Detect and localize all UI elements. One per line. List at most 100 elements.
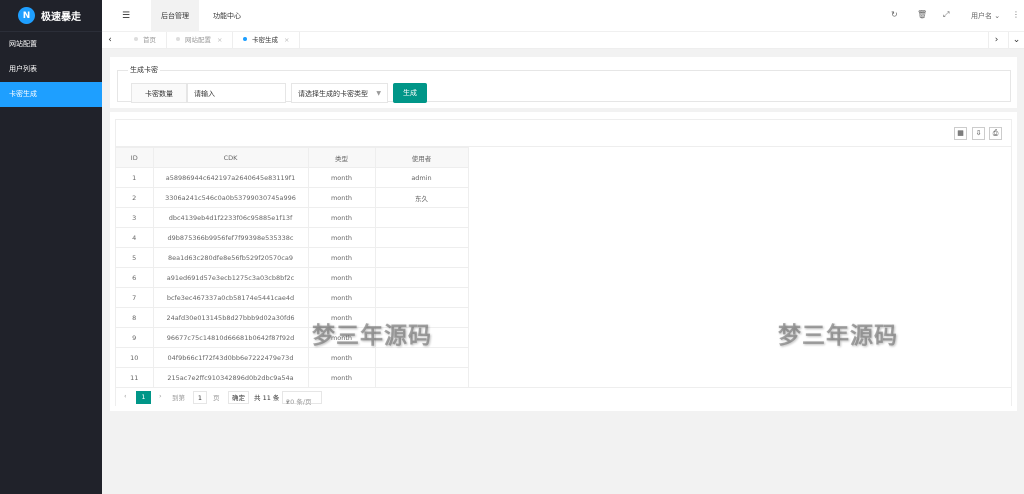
generate-legend: 生成卡密 [130,66,158,74]
table-row: 2 3306a241c546c0a0b53799030745a996 month 东久 [116,187,469,208]
table-row: 3 dbc4139eb4d1f2233f06c95885e1f13f month [116,207,469,228]
page-size-select[interactable]: 20 条/页 ▾ [282,391,322,406]
cell-user [375,247,469,268]
next-page-icon[interactable]: › [159,392,162,400]
user-menu[interactable]: 用户名 ⌄ [971,11,1000,21]
cell-cdk: 24afd30e013145b8d27bbb9d02a30fd6 [153,307,309,328]
col-id[interactable]: ID [116,147,154,168]
goto-confirm-button[interactable]: 确定 [228,391,249,404]
cell-cdk: 3306a241c546c0a0b53799030745a996 [153,187,309,208]
card-type-select[interactable]: 请选择生成的卡密类型 ▼ [291,83,388,103]
close-icon[interactable]: × [217,36,222,44]
generate-button[interactable]: 生成 [393,83,427,103]
generate-card-panel: 生成卡密 卡密数量 请输入 请选择生成的卡密类型 ▼ 生成 [110,57,1017,108]
top-header: ☰ 后台管理 功能中心 ↻ 🗑 ⤢ 用户名 ⌄ ⋮ [102,0,1024,32]
cell-cdk: 04f9b66c1f72f43d0bb6e7222479e73d [153,347,309,368]
refresh-icon[interactable]: ↻ [891,10,898,19]
page-unit-label: 页 [213,394,220,402]
tab-dot-icon [134,37,138,41]
watermark-left: 梦三年源码 [312,323,432,349]
cell-id: 5 [116,247,154,268]
data-table: ▦ ⇩ ⎙ ID CDK 类型 使用者 1 a58986944c642197a26… [115,119,1012,406]
col-user[interactable]: 使用者 [375,147,469,168]
print-icon[interactable]: ⎙ [989,127,1002,140]
cell-type: month [308,227,376,248]
card-type-placeholder: 请选择生成的卡密类型 [298,90,368,98]
tabs-dropdown-icon[interactable]: ⌄ [1008,32,1024,49]
table-header-row: ID CDK 类型 使用者 [116,147,469,168]
cell-type: month [308,247,376,268]
table-row: 10 04f9b66c1f72f43d0bb6e7222479e73d month [116,347,469,368]
chevron-down-icon: ⌄ [994,12,1001,20]
sidebar-menu: 网站配置 用户列表 卡密生成 [0,32,102,107]
export-icon[interactable]: ⇩ [972,127,985,140]
tab-card-generate[interactable]: 卡密生成 × [233,32,301,49]
tab-home-label: 首页 [143,36,156,44]
close-icon[interactable]: × [284,36,289,44]
cell-id: 4 [116,227,154,248]
sidebar-item-site-config[interactable]: 网站配置 [0,32,102,57]
cell-type: month [308,207,376,228]
cell-cdk: a91ed691d57e3ecb1275c3a03cb8bf2c [153,267,309,288]
cell-id: 7 [116,287,154,308]
col-cdk[interactable]: CDK [153,147,309,168]
table-row: 7 bcfe3ec467337a0cb58174e5441cae4d month [116,287,469,308]
cell-cdk: dbc4139eb4d1f2233f06c95885e1f13f [153,207,309,228]
qty-input[interactable]: 请输入 [187,83,286,103]
table-row: 4 d9b875366b9956fef7f99398e535338c month [116,227,469,248]
cell-cdk: 215ac7e2ffc910342896d0b2dbc9a54a [153,367,309,388]
sidebar-item-user-list[interactable]: 用户列表 [0,57,102,82]
more-icon[interactable]: ⋮ [1012,10,1020,19]
watermark-right: 梦三年源码 [778,323,898,349]
tab-site-config[interactable]: 网站配置 × [166,32,234,49]
cell-type: month [308,347,376,368]
cell-user [375,367,469,388]
col-type[interactable]: 类型 [308,147,376,168]
fullscreen-icon[interactable]: ⤢ [943,10,949,20]
tab-dot-icon [243,37,247,41]
qty-label: 卡密数量 [131,83,187,103]
cell-user [375,227,469,248]
cell-type: month [308,367,376,388]
trash-icon[interactable]: 🗑 [917,10,927,19]
menu-fold-icon[interactable]: ☰ [122,11,130,21]
page-size-value: 20 条/页 [286,398,312,406]
cell-id: 8 [116,307,154,328]
header-tab-functions[interactable]: 功能中心 [203,0,251,32]
logo-mark-icon: N [18,7,35,24]
table-row: 1 a58986944c642197a2640645e83119f1 month ad… [116,167,469,188]
table-row: 6 a91ed691d57e3ecb1275c3a03cb8bf2c month [116,267,469,288]
page-current[interactable]: 1 [136,391,151,404]
cell-id: 9 [116,327,154,348]
cell-type: month [308,267,376,288]
cell-cdk: 96677c75c14810d66681b0642f87f92d [153,327,309,348]
tab-home[interactable]: 首页 [124,32,167,49]
goto-page-input[interactable]: 1 [193,391,207,404]
total-count: 共 11 条 [254,394,280,402]
logo-title: 极速暴走 [41,12,81,23]
cell-user [375,267,469,288]
tab-site-config-label: 网站配置 [185,36,211,44]
cell-id: 1 [116,167,154,188]
cdk-table: ID CDK 类型 使用者 1 a58986944c642197a2640645e… [116,147,469,388]
chevron-down-icon: ▼ [376,90,381,97]
cell-id: 10 [116,347,154,368]
prev-page-icon[interactable]: ‹ [124,392,127,400]
cell-type: month [308,187,376,208]
card-table-panel: ▦ ⇩ ⎙ ID CDK 类型 使用者 1 a58986944c642197a26… [110,112,1017,411]
tabs-scroll-right-icon[interactable]: › [988,32,1004,49]
tab-card-generate-label: 卡密生成 [252,36,278,44]
user-name-label: 用户名 [971,12,992,20]
sidebar-item-card-generate[interactable]: 卡密生成 [0,82,102,107]
cell-user [375,347,469,368]
cell-cdk: d9b875366b9956fef7f99398e535338c [153,227,309,248]
goto-label: 到第 [172,394,185,402]
cell-id: 2 [116,187,154,208]
tabs-scroll-left-icon[interactable]: ‹ [102,32,118,49]
header-tab-admin[interactable]: 后台管理 [151,0,199,32]
cell-id: 11 [116,367,154,388]
tab-dot-icon [176,37,180,41]
columns-filter-icon[interactable]: ▦ [954,127,967,140]
logo[interactable]: N 极速暴走 [0,0,102,32]
cell-id: 3 [116,207,154,228]
